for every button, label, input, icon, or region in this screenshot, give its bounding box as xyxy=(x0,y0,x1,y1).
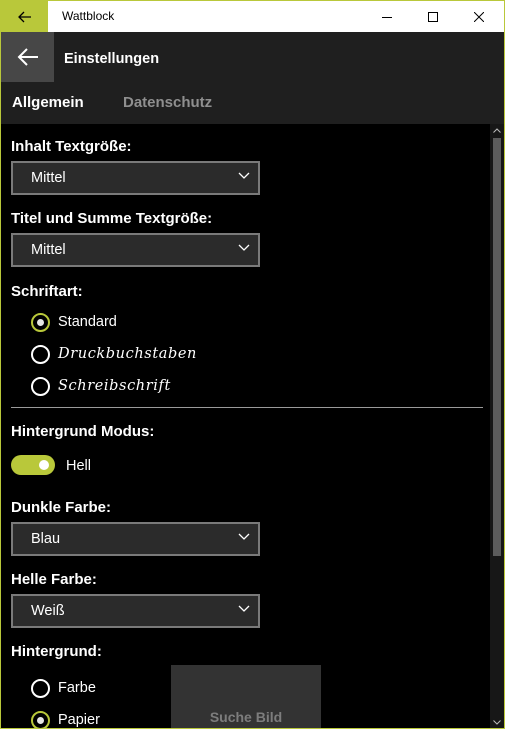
chevron-down-icon xyxy=(238,533,250,540)
radio-circle xyxy=(31,679,50,698)
dropdown-value: Weiß xyxy=(31,603,65,619)
radio-label: Farbe xyxy=(58,680,96,696)
app-header: Einstellungen Allgemein Datenschutz xyxy=(1,32,504,124)
scroll-up-button[interactable] xyxy=(490,124,504,136)
minimize-icon xyxy=(382,16,392,18)
close-icon xyxy=(474,11,484,22)
dropdown-value: Mittel xyxy=(31,170,66,186)
page-title: Einstellungen xyxy=(64,51,160,67)
chevron-down-icon xyxy=(238,172,250,179)
tab-datenschutz[interactable]: Datenschutz xyxy=(123,94,212,111)
search-image-button-label: Suche Bild xyxy=(209,709,283,725)
dark-color-dropdown[interactable]: Blau xyxy=(11,522,260,556)
title-font-size-dropdown[interactable]: Mittel xyxy=(11,233,260,267)
toggle-knob xyxy=(39,460,49,470)
vertical-scrollbar[interactable] xyxy=(490,124,504,728)
light-color-label: Helle Farbe: xyxy=(11,571,97,588)
background-mode-toggle-label: Hell xyxy=(66,458,91,474)
background-label: Hintergrund: xyxy=(11,643,102,660)
tab-allgemein[interactable]: Allgemein xyxy=(12,94,84,111)
titlebar-back-button[interactable] xyxy=(1,1,48,32)
divider xyxy=(11,407,483,408)
light-color-dropdown[interactable]: Weiß xyxy=(11,594,260,628)
chevron-up-icon xyxy=(493,127,501,133)
app-window: Wattblock Einstellungen Allgemein Datens… xyxy=(1,1,504,728)
dropdown-value: Mittel xyxy=(31,242,66,258)
content-font-size-dropdown[interactable]: Mittel xyxy=(11,161,260,195)
background-mode-label: Hintergrund Modus: xyxy=(11,423,155,440)
arrow-left-icon xyxy=(17,48,38,66)
maximize-button[interactable] xyxy=(410,1,456,32)
chevron-down-icon xyxy=(238,244,250,251)
radio-circle xyxy=(31,711,50,728)
dropdown-value: Blau xyxy=(31,531,61,547)
dark-color-label: Dunkle Farbe: xyxy=(11,499,112,516)
radio-label: Papier xyxy=(58,712,100,728)
radio-circle xyxy=(31,377,50,396)
arrow-left-icon xyxy=(17,11,31,22)
maximize-icon xyxy=(428,11,438,22)
radio-label: Schreibschrift xyxy=(58,378,171,394)
title-font-size-label: Titel und Summe Textgröße: xyxy=(11,210,213,227)
close-button[interactable] xyxy=(456,1,502,32)
window-title: Wattblock xyxy=(62,9,115,23)
font-label: Schriftart: xyxy=(11,283,83,300)
radio-label: Standard xyxy=(58,314,117,330)
scrollbar-thumb[interactable] xyxy=(493,138,501,556)
radio-circle xyxy=(31,313,50,332)
search-image-button[interactable]: Suche Bild xyxy=(171,665,321,728)
radio-label: Druckbuchstaben xyxy=(58,346,197,362)
chevron-down-icon xyxy=(238,605,250,612)
radio-circle xyxy=(31,345,50,364)
background-mode-toggle[interactable] xyxy=(11,455,55,475)
chevron-down-icon xyxy=(493,719,501,725)
scroll-down-button[interactable] xyxy=(490,716,504,728)
minimize-button[interactable] xyxy=(364,1,410,32)
content-font-size-label: Inhalt Textgröße: xyxy=(11,138,132,155)
settings-content: Inhalt Textgröße: Mittel Titel und Summe… xyxy=(1,124,490,728)
back-button[interactable] xyxy=(1,32,54,82)
title-bar: Wattblock xyxy=(1,1,504,32)
